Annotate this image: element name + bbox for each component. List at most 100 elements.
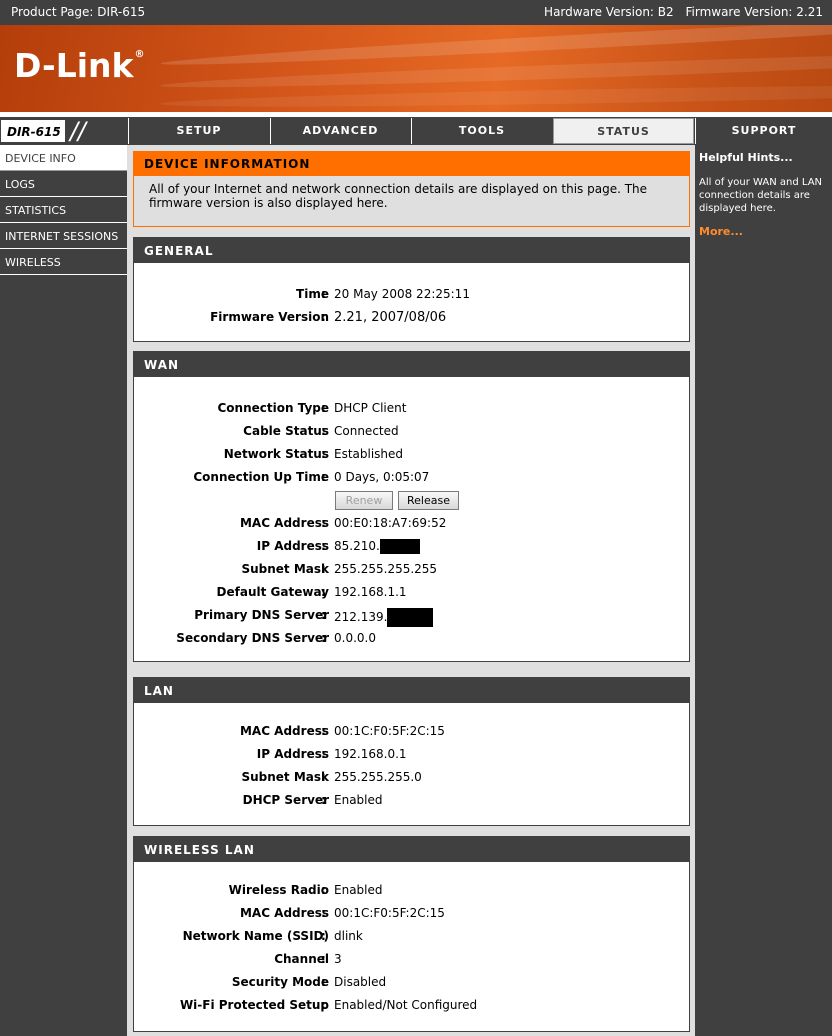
wlan-mac-label: MAC Address: [239, 906, 329, 920]
device-information-title: DEVICE INFORMATION: [134, 152, 689, 176]
general-time-row: Time : 20 May 2008 22:25:11: [296, 287, 470, 301]
uptime-value: 0 Days, 0:05:07: [334, 470, 430, 484]
wan-title: WAN: [134, 352, 689, 377]
tab-support[interactable]: SUPPORT: [695, 118, 832, 144]
ssid-value: dlink: [334, 929, 363, 943]
logo-text: D-Link: [14, 46, 134, 85]
wlan-channel-row: Channel : 3: [274, 952, 342, 966]
more-link[interactable]: More...: [699, 225, 828, 238]
dhcp-server-label: DHCP Server: [242, 793, 329, 807]
dlink-logo: D-Link®: [14, 46, 144, 85]
network-status-label: Network Status: [223, 447, 329, 461]
wan-cable-status-row: Cable Status : Connected: [243, 424, 399, 438]
lan-dhcp-row: DHCP Server : Enabled: [242, 793, 383, 807]
version-info: Hardware Version: B2 Firmware Version: 2…: [536, 5, 823, 19]
primary-dns-value: 212.139.: [334, 610, 388, 624]
network-status-value: Established: [334, 447, 404, 461]
lan-subnet-label: Subnet Mask: [241, 770, 329, 784]
tab-tools[interactable]: TOOLS: [411, 118, 552, 144]
hints-title: Helpful Hints...: [699, 151, 793, 164]
gateway-label: Default Gateway: [216, 585, 329, 599]
ssid-label: Network Name (SSID): [182, 929, 329, 943]
general-firmware-row: Firmware Version : 2.21, 2007/08/06: [210, 310, 447, 325]
primary-dns-label: Primary DNS Server: [194, 608, 329, 622]
gateway-value: 192.168.1.1: [334, 585, 407, 599]
sidebar-item-statistics[interactable]: STATISTICS: [0, 197, 127, 223]
sidebar-item-internet-sessions[interactable]: INTERNET SESSIONS: [0, 223, 127, 249]
lan-mac-value: 00:1C:F0:5F:2C:15: [334, 724, 445, 738]
wan-mac-label: MAC Address: [239, 516, 329, 530]
firmware-version: Firmware Version: 2.21: [685, 5, 823, 19]
main-content: DEVICE INFORMATION All of your Internet …: [127, 145, 695, 1036]
channel-value: 3: [334, 952, 342, 966]
renew-button[interactable]: Renew: [335, 491, 393, 510]
wireless-lan-panel: WIRELESS LAN Wireless Radio : Enabled MA…: [133, 836, 690, 1032]
general-title: GENERAL: [134, 238, 689, 263]
sidebar-item-device-info[interactable]: DEVICE INFO: [0, 145, 127, 171]
wan-connection-type-row: Connection Type : DHCP Client: [217, 401, 407, 415]
registered-mark: ®: [134, 49, 145, 60]
brand-banner: D-Link®: [0, 25, 832, 112]
release-button[interactable]: Release: [398, 491, 459, 510]
device-information-panel: DEVICE INFORMATION All of your Internet …: [133, 151, 690, 227]
time-value: 20 May 2008 22:25:11: [334, 287, 470, 301]
tab-advanced[interactable]: ADVANCED: [270, 118, 410, 144]
secondary-dns-label: Secondary DNS Server: [176, 631, 329, 645]
connection-type-value: DHCP Client: [334, 401, 407, 415]
lan-ip-label: IP Address: [256, 747, 329, 761]
lan-mac-label: MAC Address: [239, 724, 329, 738]
connection-type-label: Connection Type: [217, 401, 329, 415]
wan-subnet-value: 255.255.255.255: [334, 562, 438, 576]
wlan-mac-value: 00:1C:F0:5F:2C:15: [334, 906, 445, 920]
tab-status[interactable]: STATUS: [553, 118, 694, 144]
security-mode-value: Disabled: [334, 975, 387, 989]
wan-subnet-row: Subnet Mask : 255.255.255.255: [241, 562, 438, 576]
uptime-label: Connection Up Time: [193, 470, 329, 484]
wlan-security-row: Security Mode : Disabled: [231, 975, 387, 989]
wlan-ssid-row: Network Name (SSID) : dlink: [182, 929, 363, 943]
wan-ip-label: IP Address: [256, 539, 329, 553]
redacted-block: [379, 539, 420, 554]
lan-mac-row: MAC Address : 00:1C:F0:5F:2C:15: [239, 724, 445, 738]
secondary-dns-value: 0.0.0.0: [334, 631, 376, 645]
model-name: DIR-615: [0, 119, 66, 143]
wireless-lan-title: WIRELESS LAN: [134, 837, 689, 862]
model-badge: DIR-615 / /: [0, 117, 127, 145]
hardware-version: Hardware Version: B2: [544, 5, 674, 19]
wan-ip-value: 85.210.: [334, 539, 380, 553]
device-information-description: All of your Internet and network connect…: [149, 182, 648, 210]
lan-title: LAN: [134, 678, 689, 703]
firmware-label: Firmware Version: [210, 310, 329, 324]
primary-dns-value-wrap: 212.139.: [334, 608, 434, 627]
product-page-label: Product Page: DIR-615: [11, 5, 146, 19]
lan-subnet-value: 255.255.255.0: [334, 770, 422, 784]
top-info-bar: Product Page: DIR-615 Hardware Version: …: [0, 0, 832, 25]
wlan-radio-row: Wireless Radio : Enabled: [228, 883, 383, 897]
security-mode-label: Security Mode: [231, 975, 329, 989]
lan-ip-row: IP Address : 192.168.0.1: [256, 747, 407, 761]
firmware-value: 2.21, 2007/08/06: [334, 310, 447, 325]
redacted-block: [387, 608, 434, 627]
hints-body: All of your WAN and LAN connection detai…: [699, 177, 823, 214]
wan-dns1-row: Primary DNS Server : 212.139.: [134, 608, 691, 628]
wan-buttons-row: Renew Release: [134, 491, 691, 512]
wan-ip-row: IP Address : 85.210.: [134, 539, 691, 559]
helpful-hints-panel: Helpful Hints... All of your WAN and LAN…: [695, 145, 832, 1036]
sidebar-item-wireless[interactable]: WIRELESS: [0, 249, 127, 275]
sidebar-item-logs[interactable]: LOGS: [0, 171, 127, 197]
lan-ip-value: 192.168.0.1: [334, 747, 407, 761]
wlan-wps-row: Wi-Fi Protected Setup : Enabled/Not Conf…: [179, 998, 478, 1012]
general-panel: GENERAL Time : 20 May 2008 22:25:11 Firm…: [133, 237, 690, 342]
wps-value: Enabled/Not Configured: [334, 998, 478, 1012]
wan-mac-row: MAC Address : 00:E0:18:A7:69:52: [239, 516, 447, 530]
wan-uptime-row: Connection Up Time : 0 Days, 0:05:07: [193, 470, 430, 484]
lan-subnet-row: Subnet Mask : 255.255.255.0: [241, 770, 422, 784]
wan-gateway-row: Default Gateway : 192.168.1.1: [216, 585, 407, 599]
dhcp-server-value: Enabled: [334, 793, 383, 807]
wan-panel: WAN Connection Type : DHCP Client Cable …: [133, 351, 690, 662]
wan-dns2-row: Secondary DNS Server : 0.0.0.0: [176, 631, 376, 645]
slash-decoration: / /: [70, 117, 86, 145]
tab-setup[interactable]: SETUP: [128, 118, 269, 144]
lan-panel: LAN MAC Address : 00:1C:F0:5F:2C:15 IP A…: [133, 677, 690, 826]
wan-network-status-row: Network Status : Established: [223, 447, 404, 461]
